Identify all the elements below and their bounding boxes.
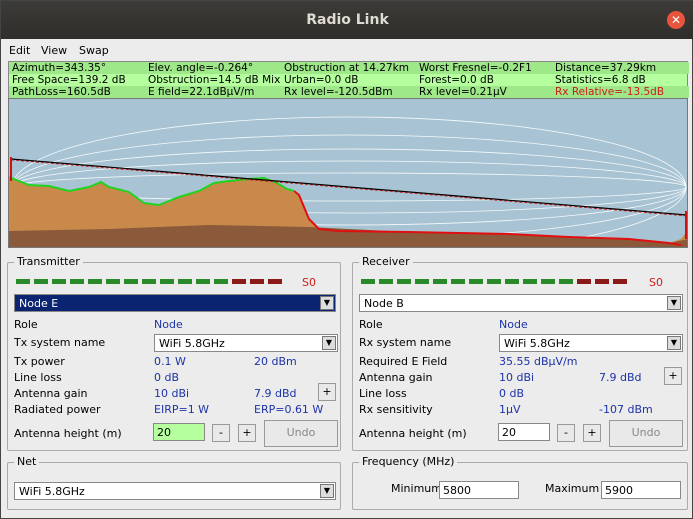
- rx-gain-plus-button[interactable]: +: [664, 367, 682, 385]
- rx-level-dbm-value: Rx level=-120.5dBm: [284, 86, 393, 98]
- menu-edit[interactable]: Edit: [9, 44, 30, 57]
- e-field-value: E field=22.1dBµV/m: [148, 86, 255, 98]
- rx-system-select[interactable]: WiFi 5.8GHz ▼: [499, 334, 683, 352]
- menu-view[interactable]: View: [41, 44, 67, 57]
- tx-line-loss-label: Line loss: [14, 371, 62, 384]
- rx-level-uv-value: Rx level=0.21µV: [419, 86, 507, 98]
- transmitter-legend: Transmitter: [14, 255, 83, 268]
- tx-undo-button[interactable]: Undo: [264, 420, 338, 447]
- tx-system-label: Tx system name: [14, 336, 106, 349]
- terrain-profile-view[interactable]: [8, 98, 688, 248]
- urban-value: Urban=0.0 dB: [284, 74, 359, 86]
- tx-height-minus-button[interactable]: -: [212, 424, 230, 442]
- frequency-legend: Frequency (MHz): [359, 455, 458, 468]
- transmitter-group: Transmitter S0 Node E ▼ Role Node Tx syst…: [7, 255, 341, 451]
- tx-line-loss-value: 0 dB: [154, 371, 180, 384]
- azimuth-value: Azimuth=343.35°: [12, 62, 107, 74]
- rx-height-input[interactable]: 20: [498, 423, 550, 441]
- rx-sensitivity-dbm: -107 dBm: [599, 403, 653, 416]
- rx-signal-meter: [361, 279, 641, 284]
- tx-gain-dbd: 7.9 dBd: [254, 387, 297, 400]
- rx-field-value: 35.55 dBµV/m: [499, 355, 578, 368]
- radio-link-window: Radio Link ✕ Edit View Swap Azimuth=343.…: [0, 0, 693, 519]
- chevron-down-icon: ▼: [667, 296, 681, 310]
- tx-power-dbm: 20 dBm: [254, 355, 297, 368]
- tx-erp-value: ERP=0.61 W: [254, 403, 324, 416]
- frequency-min-input[interactable]: 5800: [439, 481, 519, 499]
- tx-radiated-label: Radiated power: [14, 403, 101, 416]
- tx-height-label: Antenna height (m): [14, 427, 122, 440]
- receiver-group: Receiver S0 Node B ▼ Role Node Rx system …: [352, 255, 688, 451]
- tx-gain-label: Antenna gain: [14, 387, 88, 400]
- statistics-value: Statistics=6.8 dB: [555, 74, 646, 86]
- rx-gain-dbi: 10 dBi: [499, 371, 535, 384]
- info-row: PathLoss=160.5dB E field=22.1dBµV/m Rx l…: [9, 86, 689, 98]
- tx-role-value: Node: [154, 318, 183, 331]
- rx-height-label: Antenna height (m): [359, 427, 467, 440]
- tx-gain-plus-button[interactable]: +: [318, 383, 336, 401]
- tx-system-select[interactable]: WiFi 5.8GHz ▼: [154, 334, 338, 352]
- rx-field-label: Required E Field: [359, 355, 448, 368]
- terrain-profile-graphic: [9, 99, 687, 247]
- rx-sensitivity-uv: 1µV: [499, 403, 521, 416]
- rx-system-label: Rx system name: [359, 336, 452, 349]
- chevron-down-icon: ▼: [320, 296, 334, 310]
- tx-height-input[interactable]: 20: [153, 423, 205, 441]
- frequency-max-label: Maximum: [545, 482, 600, 495]
- title-bar[interactable]: Radio Link ✕: [1, 1, 693, 39]
- rx-node-select[interactable]: Node B ▼: [359, 294, 683, 312]
- worst-fresnel-value: Worst Fresnel=-0.2F1: [419, 62, 532, 74]
- chevron-down-icon: ▼: [667, 336, 681, 350]
- tx-role-label: Role: [14, 318, 38, 331]
- net-legend: Net: [14, 455, 40, 468]
- tx-height-plus-button[interactable]: +: [238, 424, 256, 442]
- rx-gain-dbd: 7.9 dBd: [599, 371, 642, 384]
- free-space-value: Free Space=139.2 dB: [12, 74, 126, 86]
- frequency-group: Frequency (MHz) Minimum 5800 Maximum 590…: [352, 455, 688, 510]
- tx-power-label: Tx power: [14, 355, 65, 368]
- rx-sensitivity-label: Rx sensitivity: [359, 403, 433, 416]
- rx-line-loss-value: 0 dB: [499, 387, 525, 400]
- net-select[interactable]: WiFi 5.8GHz ▼: [14, 482, 336, 500]
- tx-node-select[interactable]: Node E ▼: [14, 294, 336, 312]
- path-loss-value: PathLoss=160.5dB: [12, 86, 111, 98]
- forest-value: Forest=0.0 dB: [419, 74, 494, 86]
- elevation-angle-value: Elev. angle=-0.264°: [148, 62, 254, 74]
- obstruction-location-value: Obstruction at 14.27km: [284, 62, 409, 74]
- chevron-down-icon: ▼: [322, 336, 336, 350]
- close-icon[interactable]: ✕: [667, 11, 685, 29]
- frequency-max-input[interactable]: 5900: [601, 481, 681, 499]
- rx-height-plus-button[interactable]: +: [583, 424, 601, 442]
- tx-signal-meter: [16, 279, 296, 284]
- rx-height-minus-button[interactable]: -: [557, 424, 575, 442]
- obstruction-loss-value: Obstruction=14.5 dB Mix: [148, 74, 281, 86]
- rx-signal-label: S0: [649, 276, 663, 289]
- distance-value: Distance=37.29km: [555, 62, 657, 74]
- menu-swap[interactable]: Swap: [79, 44, 109, 57]
- rx-role-value: Node: [499, 318, 528, 331]
- info-row: Free Space=139.2 dB Obstruction=14.5 dB …: [9, 74, 689, 86]
- tx-gain-dbi: 10 dBi: [154, 387, 190, 400]
- tx-power-w: 0.1 W: [154, 355, 186, 368]
- frequency-min-label: Minimum: [391, 482, 442, 495]
- rx-gain-label: Antenna gain: [359, 371, 433, 384]
- menu-bar: Edit View Swap: [1, 41, 693, 59]
- rx-relative-value: Rx Relative=-13.5dB: [555, 86, 665, 98]
- net-group: Net WiFi 5.8GHz ▼: [7, 455, 341, 510]
- info-row: Azimuth=343.35° Elev. angle=-0.264° Obst…: [9, 62, 689, 74]
- link-info-panel: Azimuth=343.35° Elev. angle=-0.264° Obst…: [8, 61, 689, 98]
- tx-signal-label: S0: [302, 276, 316, 289]
- rx-line-loss-label: Line loss: [359, 387, 407, 400]
- chevron-down-icon: ▼: [320, 484, 334, 498]
- rx-undo-button[interactable]: Undo: [609, 420, 683, 447]
- rx-role-label: Role: [359, 318, 383, 331]
- window-title: Radio Link: [306, 12, 389, 28]
- receiver-legend: Receiver: [359, 255, 413, 268]
- tx-eirp-value: EIRP=1 W: [154, 403, 210, 416]
